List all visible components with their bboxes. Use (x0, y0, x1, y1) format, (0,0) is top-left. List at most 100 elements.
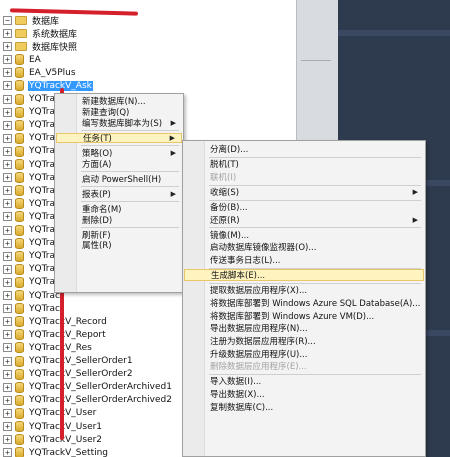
expand-icon[interactable]: + (3, 199, 12, 209)
menu-item[interactable]: 脱机(T) (184, 158, 424, 171)
tree-node[interactable]: + YQTrac (0, 184, 61, 197)
menu-item[interactable]: 启动数据库镜像监视器(O)... (184, 241, 424, 254)
tree-node[interactable]: + YQTrac (0, 237, 61, 250)
tree-node[interactable]: + YQTrackV_SellerOrder1 (0, 355, 134, 368)
tree-node[interactable]: + EA_V5Plus (0, 66, 77, 79)
tree-node[interactable]: + EA (0, 53, 42, 66)
tree-node[interactable]: + YQTrackV_Report (0, 328, 107, 341)
menu-item[interactable]: 分离(D)... (184, 143, 424, 156)
menu-item[interactable]: 刷新(F) (56, 229, 182, 241)
menu-item[interactable]: 传送事务日志(L)... (184, 254, 424, 267)
tree-node[interactable]: + YQTrac (0, 210, 61, 223)
menu-item[interactable]: 收缩(S) ▶ (184, 186, 424, 199)
menu-item[interactable]: 生成脚本(E)... (184, 268, 424, 282)
expand-icon[interactable]: + (3, 382, 12, 392)
tree-node[interactable]: + YQTrackV_SellerOrder2 (0, 368, 134, 381)
tree-node[interactable]: + YQTrac (0, 197, 61, 210)
tree-node[interactable]: + YQTrackV_Setting (0, 446, 109, 457)
expand-icon[interactable]: + (3, 291, 12, 300)
tree-node[interactable]: + YQTrac (0, 263, 61, 276)
tree-node[interactable]: +YQTrackV_Res (0, 341, 93, 354)
expand-icon[interactable]: + (3, 422, 12, 431)
tree-node[interactable]: + YQTrac (0, 119, 61, 132)
expand-icon[interactable]: + (3, 55, 12, 65)
menu-item[interactable]: 启动 PowerShell(H) (56, 173, 182, 185)
expand-icon[interactable]: + (3, 435, 12, 445)
tree-node[interactable]: +YQTrackV_User (0, 407, 97, 420)
tree-node[interactable]: + YQTrac (0, 171, 61, 184)
menu-item[interactable]: 重命名(M) (56, 204, 182, 215)
menu-item[interactable]: 提取数据层应用程序(X)... (184, 284, 424, 297)
expand-icon[interactable]: + (3, 81, 12, 91)
menu-item[interactable]: 备份(B)... (184, 201, 424, 214)
expand-icon[interactable]: + (3, 343, 12, 353)
database-icon (15, 93, 24, 105)
tree-node[interactable]: + YQTrackV_User2 (0, 433, 103, 446)
menu-item[interactable]: 复制数据库(C)... (184, 400, 424, 413)
expand-icon[interactable]: + (3, 395, 12, 405)
menu-item[interactable]: 方面(A) (56, 158, 182, 170)
expand-icon[interactable]: + (3, 42, 12, 52)
expand-icon[interactable]: + (3, 251, 12, 261)
expand-icon[interactable]: + (3, 94, 12, 104)
menu-item[interactable]: 将数据库部署到 Windows Azure SQL Database(A)... (184, 297, 424, 310)
tree-node[interactable]: + 系统数据库 (0, 27, 78, 40)
tree-node[interactable]: + YQTrac (0, 289, 61, 302)
menu-item[interactable]: 编写数据库脚本为(S) ▶ (56, 117, 182, 129)
expand-icon[interactable]: + (3, 29, 12, 38)
menu-item[interactable]: 导出数据层应用程序(N)... (184, 322, 424, 335)
tree-node[interactable]: + YQTrac (0, 93, 61, 106)
tree-node[interactable]: + YQTrac (0, 145, 61, 158)
expand-icon[interactable]: + (3, 225, 12, 235)
menu-item[interactable]: 将数据库部署到 Windows Azure VM(D)... (184, 309, 424, 322)
menu-item[interactable]: 导出数据(X)... (184, 388, 424, 401)
tree-node[interactable]: + YQTrac (0, 106, 61, 119)
tree-node[interactable]: + YQTrackV_SellerOrderArchived1 (0, 381, 173, 394)
tree-node[interactable]: + YQTrac (0, 132, 61, 145)
expand-icon[interactable]: + (3, 212, 12, 222)
menu-item[interactable]: 注册为数据层应用程序(R)... (184, 335, 424, 348)
expand-icon[interactable]: + (3, 330, 12, 340)
expand-icon[interactable]: + (3, 120, 12, 130)
expand-icon[interactable]: + (3, 408, 12, 418)
tree-node[interactable]: + 数据库快照 (0, 40, 78, 53)
tree-node[interactable]: + YQTrackV_Record (0, 315, 108, 328)
expand-icon[interactable]: + (3, 264, 12, 274)
tree-node-databases[interactable]: − 数据库 (0, 14, 60, 27)
expand-icon[interactable]: + (3, 173, 12, 183)
tree-node[interactable]: + YQTrac (0, 302, 61, 315)
expand-icon[interactable]: + (3, 277, 12, 287)
tree-node[interactable]: + YQTrackV_User1 (0, 420, 103, 433)
menu-item-label: 升级数据层应用程序(U)... (210, 349, 308, 360)
expand-icon[interactable]: + (3, 146, 12, 156)
expand-icon[interactable]: + (3, 186, 12, 196)
expand-icon[interactable]: + (3, 448, 12, 457)
tree-node[interactable]: + YQTrac (0, 158, 61, 171)
menu-item[interactable]: 升级数据层应用程序(U)... (184, 347, 424, 360)
collapse-icon[interactable]: − (3, 16, 12, 25)
menu-item[interactable]: 删除数据层应用程序(E)... (184, 360, 424, 373)
menu-item[interactable]: 删除(D) (56, 214, 182, 226)
expand-icon[interactable]: + (3, 68, 12, 78)
menu-item[interactable]: 镜像(M)... (184, 228, 424, 241)
menu-item[interactable]: 报表(P) ▶ (56, 189, 182, 200)
expand-icon[interactable]: + (3, 369, 12, 379)
menu-item[interactable]: 联机(I) (184, 171, 424, 184)
menu-item[interactable]: 属性(R) (56, 240, 182, 251)
expand-icon[interactable]: + (3, 107, 12, 117)
menu-item[interactable]: 导入数据(I)... (184, 375, 424, 388)
menu-item[interactable]: 还原(R) ▶ (184, 213, 424, 226)
expand-icon[interactable]: + (3, 304, 12, 314)
expand-icon[interactable]: + (3, 356, 12, 366)
expand-icon[interactable]: + (3, 317, 12, 327)
tree-node[interactable]: + YQTrac (0, 250, 61, 263)
tree-node[interactable]: + YQTrac (0, 276, 61, 289)
expand-icon[interactable]: + (3, 160, 12, 169)
menu-item[interactable]: 策略(O) ▶ (56, 148, 182, 159)
tree-node[interactable]: + YQTrac (0, 224, 61, 237)
expand-icon[interactable]: + (3, 133, 12, 143)
tree-node[interactable]: + YQTrackV_SellerOrderArchived2 (0, 394, 173, 407)
menu-item[interactable]: 任务(T) ▶ (56, 132, 182, 144)
tree-node[interactable]: + YQTrackV_Ask (0, 79, 93, 92)
expand-icon[interactable]: + (3, 238, 12, 248)
